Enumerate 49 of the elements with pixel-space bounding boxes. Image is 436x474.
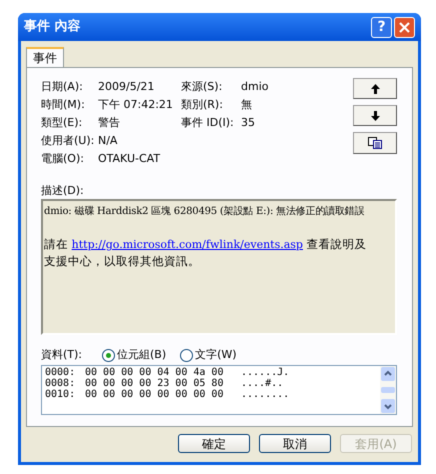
scroll-up-icon	[381, 367, 395, 381]
help-link[interactable]: http://go.microsoft.com/fwlink/events.asp	[72, 238, 303, 251]
copy-button[interactable]	[353, 132, 397, 154]
format-radio[interactable]: 位元組(B)	[102, 346, 166, 364]
offset-text: 0008:	[45, 378, 76, 389]
data-label: 資料(T):	[41, 346, 84, 363]
ascii-text: ........	[241, 389, 290, 400]
hex-text: 00 00 00 00 23 00 05 80	[85, 378, 224, 389]
field-label: 時間(M):	[41, 96, 86, 113]
field-value: 35	[241, 114, 255, 131]
description-label: 描述(D):	[41, 183, 85, 198]
field-label: 電腦(O):	[41, 150, 85, 167]
field-value: N/A	[98, 132, 118, 149]
scrollbar[interactable]	[380, 366, 396, 414]
window-title: 事件 內容	[24, 18, 82, 36]
field-label: 日期(A):	[41, 78, 84, 95]
ascii-text: ....#..	[241, 378, 284, 389]
up-arrow-icon	[370, 84, 380, 94]
copy-icon	[368, 137, 382, 149]
field-label: 類別(R):	[181, 96, 224, 113]
previous-button[interactable]	[353, 78, 397, 99]
field-value: OTAKU-CAT	[98, 150, 160, 167]
scroll-thumb-icon	[381, 387, 395, 393]
close-button[interactable]	[394, 16, 415, 38]
ascii-text: ......J.	[241, 367, 290, 378]
field-value: 下午 07:42:21	[98, 96, 173, 113]
field-value: dmio	[241, 78, 268, 95]
field-label: 事件 ID(I):	[181, 114, 235, 131]
offset-text: 0010:	[45, 389, 76, 400]
scroll-down-icon	[381, 399, 395, 413]
dialog-button[interactable]: 確定	[178, 434, 250, 453]
hex-text: 00 00 00 00 00 00 00 00	[85, 389, 224, 400]
close-icon	[399, 22, 410, 32]
field-value: 警告	[98, 114, 120, 131]
next-button[interactable]	[353, 105, 397, 126]
dialog-button[interactable]: 取消	[259, 434, 331, 453]
tab[interactable]: 事件	[26, 47, 64, 67]
format-radio[interactable]: 文字(W)	[180, 346, 237, 364]
help-text: 請在 http://go.microsoft.com/fwlink/events.asp 查看說明及支援中心，以取得其他資訊。	[44, 236, 368, 269]
field-value: 2009/5/21	[98, 78, 154, 95]
hex-text: 00 00 00 00 04 00 4a 00	[85, 367, 224, 378]
field-label: 使用者(U):	[41, 132, 96, 149]
down-arrow-icon	[370, 110, 380, 120]
help-button[interactable]: ?	[371, 16, 392, 38]
field-label: 類型(E):	[41, 114, 84, 131]
offset-text: 0000:	[45, 367, 76, 378]
description-text: dmio: 磁碟 Harddisk2 區塊 6280495 (架設點 E:): 無法修正的讀取錯誤	[44, 204, 364, 219]
field-label: 來源(S):	[181, 78, 224, 95]
field-value: 無	[241, 96, 252, 113]
